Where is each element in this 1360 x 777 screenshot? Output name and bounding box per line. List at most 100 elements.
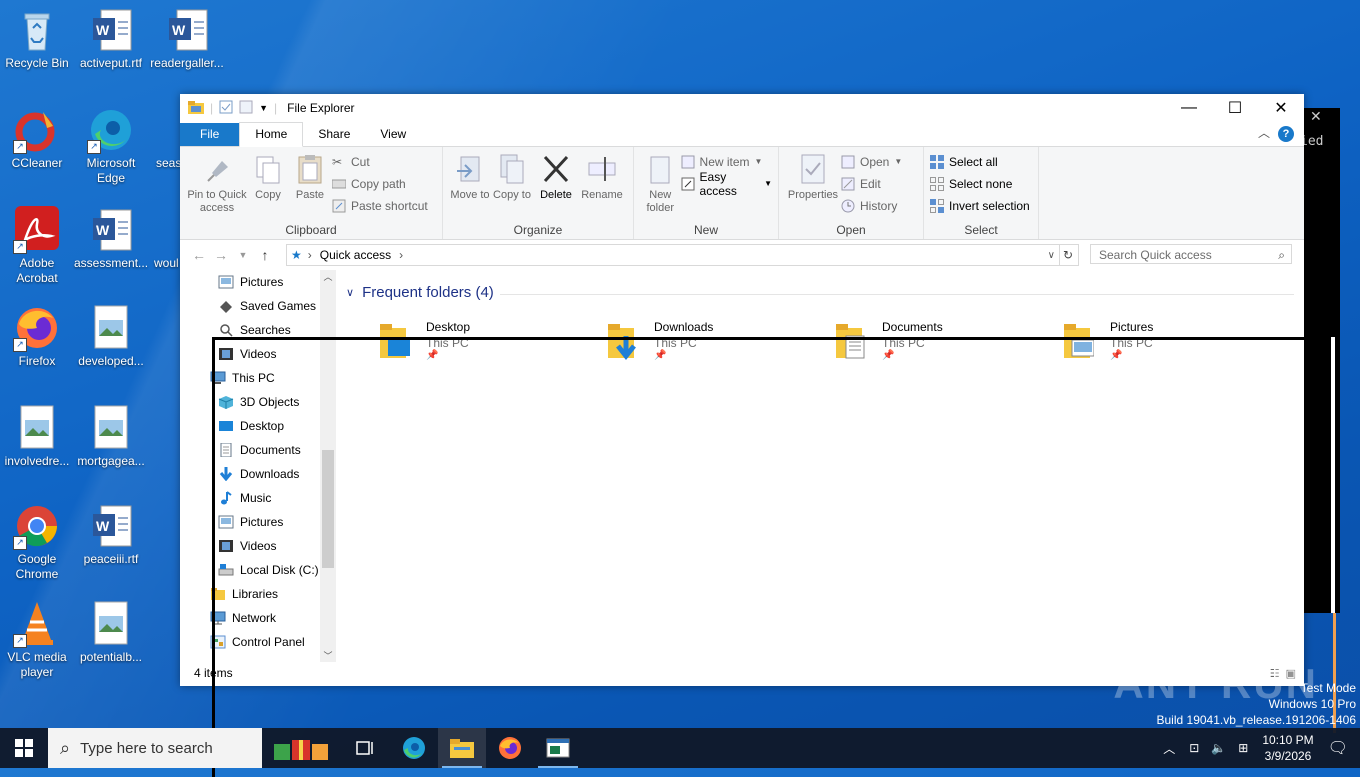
firefox-taskbar-icon[interactable] (486, 728, 534, 768)
desktop-icon-developed[interactable]: developed... (74, 304, 148, 369)
nav-item-videos-2[interactable]: Videos (218, 534, 276, 558)
invert-selection-button[interactable]: Invert selection (930, 197, 1030, 214)
desktop-icon-assessment[interactable]: W assessment... (74, 206, 148, 271)
volume-icon[interactable]: 🔈 (1211, 741, 1226, 755)
file-explorer-window[interactable]: | ▼ | File Explorer — ☐ ✕ File Home Shar… (180, 94, 1304, 686)
taskbar: ⌕ Type here to search ︿ ⊡ 🔈 ⊞ 10:10 PM 3… (0, 728, 1360, 768)
scroll-down-chevron-icon[interactable]: ﹀ (320, 649, 336, 662)
tab-file[interactable]: File (180, 123, 240, 146)
desktop-icon-acrobat[interactable]: ↗ Adobe Acrobat (0, 206, 74, 286)
start-button[interactable] (0, 728, 48, 768)
notifications-icon[interactable]: 🗨 (1328, 738, 1348, 758)
minimize-button[interactable]: — (1166, 94, 1212, 122)
scroll-up-chevron-icon[interactable]: ︿ (320, 270, 336, 284)
nav-item-3d-objects[interactable]: 3D Objects (218, 390, 299, 414)
desktop-icon-chrome[interactable]: ↗ Google Chrome (0, 502, 74, 582)
show-hidden-icons-chevron-icon[interactable]: ︿ (1163, 740, 1175, 757)
desktop-icon-recycle-bin[interactable]: Recycle Bin (0, 6, 74, 71)
console-taskbar-icon[interactable] (534, 728, 582, 768)
new-item-button[interactable]: New item ▼ (681, 153, 772, 170)
refresh-button[interactable]: ↻ (1058, 244, 1079, 266)
frequent-folders-header[interactable]: ∨ Frequent folders (4) (346, 284, 494, 301)
nav-item-downloads[interactable]: Downloads (218, 462, 299, 486)
nav-item-music[interactable]: Music (218, 486, 271, 510)
help-button[interactable]: ? (1278, 126, 1294, 142)
taskbar-search-box[interactable]: ⌕ Type here to search (48, 728, 262, 768)
tab-home[interactable]: Home (239, 122, 304, 147)
gift-box-icon[interactable] (262, 728, 342, 768)
folder-desktop[interactable]: Desktop This PC 📌 (340, 320, 560, 370)
console-close-button[interactable]: ✕ (1310, 108, 1322, 125)
search-icon: ⌕ (1278, 248, 1285, 262)
select-all-button[interactable]: Select all (930, 153, 1030, 170)
content-pane[interactable]: ∨ Frequent folders (4) Desktop This PC 📌… (340, 270, 1304, 662)
tab-view[interactable]: View (365, 123, 421, 146)
desktop-icon-seas[interactable]: seas (150, 106, 180, 171)
easy-access-button[interactable]: Easy access ▼ (681, 170, 772, 198)
up-button[interactable]: ↑ (254, 247, 276, 263)
paste-shortcut-button[interactable]: Paste shortcut (332, 197, 428, 214)
nav-item-searches[interactable]: Searches (218, 318, 291, 342)
desktop-icon-involvedre[interactable]: involvedre... (0, 404, 74, 469)
nav-item-libraries[interactable]: Libraries (210, 582, 278, 606)
folder-downloads[interactable]: Downloads This PC 📌 (568, 320, 788, 370)
word-doc-icon (150, 106, 180, 154)
nav-item-local-disk[interactable]: Local Disk (C:) (218, 558, 319, 582)
breadcrumb-quick-access[interactable]: Quick access (320, 248, 391, 262)
desktop-icon-activeput[interactable]: W activeput.rtf (74, 6, 148, 71)
open-button[interactable]: Open ▼ (841, 153, 902, 170)
clock[interactable]: 10:10 PM 3/9/2026 (1262, 732, 1313, 764)
edge-taskbar-icon[interactable] (390, 728, 438, 768)
folder-pictures[interactable]: Pictures This PC 📌 (1024, 320, 1244, 370)
properties-qat-icon[interactable] (219, 100, 233, 117)
desktop-icon-potentialb[interactable]: potentialb... (74, 600, 148, 665)
tab-share[interactable]: Share (303, 123, 365, 146)
maximize-button[interactable]: ☐ (1212, 94, 1258, 122)
navigation-pane[interactable]: Pictures Saved Games Searches Videos Thi… (180, 270, 336, 662)
copy-path-button[interactable]: Copy path (331, 175, 428, 192)
forward-button[interactable]: → (210, 247, 232, 263)
desktop-icon-ccleaner[interactable]: ↗ CCleaner (0, 106, 74, 171)
nav-item-saved-games[interactable]: Saved Games (218, 294, 316, 318)
desktop-icon-vlc[interactable]: ↗ VLC media player (0, 600, 74, 680)
search-input[interactable]: Search Quick access ⌕ (1090, 244, 1292, 264)
address-dropdown-chevron-icon[interactable]: ∨ (1048, 250, 1055, 261)
new-folder-qat-icon[interactable] (239, 100, 253, 117)
nav-item-network[interactable]: Network (210, 606, 276, 630)
svg-text:W: W (96, 518, 110, 534)
recent-locations-chevron-icon[interactable]: ▼ (232, 250, 254, 260)
close-button[interactable]: ✕ (1258, 94, 1304, 122)
nav-item-control-panel[interactable]: Control Panel (210, 630, 305, 654)
folder-documents[interactable]: Documents This PC 📌 (796, 320, 1016, 370)
nav-scrollbar-thumb[interactable] (322, 450, 334, 568)
searches-icon (218, 323, 234, 337)
nav-item-videos[interactable]: Videos (218, 342, 276, 366)
history-button[interactable]: History (841, 197, 902, 214)
nav-item-this-pc[interactable]: This PC (210, 366, 275, 390)
meet-now-icon[interactable]: ⊡ (1189, 741, 1199, 755)
easy-access-icon (681, 177, 695, 191)
nav-item-documents[interactable]: Documents (218, 438, 301, 462)
title-bar[interactable]: | ▼ | File Explorer — ☐ ✕ (180, 94, 1304, 122)
network-tray-icon[interactable]: ⊞ (1238, 741, 1248, 755)
edit-button[interactable]: Edit (841, 175, 902, 192)
desktop-icon-firefox[interactable]: ↗ Firefox (0, 304, 74, 369)
desktop-icon-woul[interactable]: woul (150, 206, 180, 271)
nav-item-pictures-2[interactable]: Pictures (218, 510, 283, 534)
select-none-button[interactable]: Select none (930, 175, 1030, 192)
nav-item-desktop[interactable]: Desktop (218, 414, 284, 438)
collapse-ribbon-chevron-icon[interactable]: ︿ (1258, 124, 1270, 141)
desktop-icon-readergaller[interactable]: W readergaller... (150, 6, 224, 71)
cut-button[interactable]: ✂ Cut (332, 153, 428, 170)
desktop-icon-peaceiii[interactable]: W peaceiii.rtf (74, 502, 148, 567)
address-field[interactable]: ★ › Quick access › ∨ (286, 244, 1060, 266)
desktop-icon-edge[interactable]: ↗ Microsoft Edge (74, 106, 148, 186)
back-button[interactable]: ← (188, 247, 210, 263)
nav-scrollbar[interactable]: ︿ ﹀ (320, 270, 336, 662)
customize-qat-chevron-icon[interactable]: ▼ (259, 103, 268, 113)
nav-item-pictures[interactable]: Pictures (218, 270, 283, 294)
breadcrumb-chevron-icon[interactable]: › (399, 248, 403, 262)
file-explorer-taskbar-icon[interactable] (438, 728, 486, 768)
desktop-icon-mortgagea[interactable]: mortgagea... (74, 404, 148, 469)
task-view-icon[interactable] (342, 728, 390, 768)
